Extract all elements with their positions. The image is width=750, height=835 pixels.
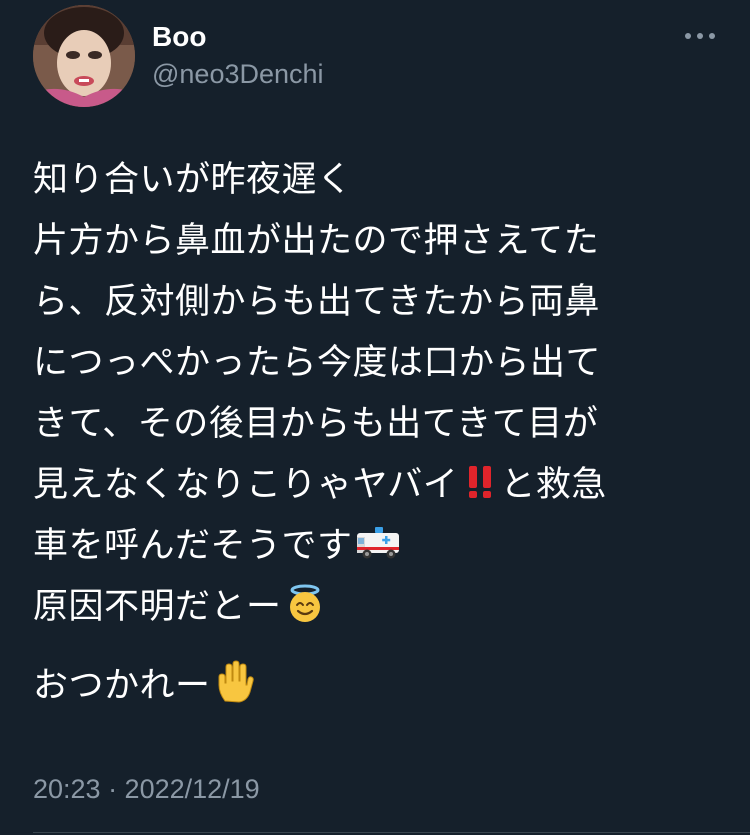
- ambulance-icon: [355, 523, 403, 563]
- tweet-line-part: 車を呼んだそうです: [33, 526, 353, 566]
- tweet-text: 知り合いが昨夜遅く 片方から鼻血が出たので押さえてた ら、反対側からも出てきたか…: [33, 150, 723, 717]
- tweet-line-part: と救急: [500, 465, 607, 505]
- tweet-timestamp[interactable]: 20:23 · 2022/12/19: [33, 772, 260, 806]
- tweet-line: きて、その後目からも出てきて目が: [33, 404, 599, 444]
- author-handle[interactable]: @neo3Denchi: [152, 58, 324, 90]
- tweet-line-part: 見えなくなりこりゃヤバイ: [33, 465, 459, 505]
- tweet-line-with-emoji: 見えなくなりこりゃヤバイ と救急: [33, 455, 723, 516]
- avatar-image: [33, 5, 135, 107]
- divider: [33, 832, 750, 833]
- author-display-name[interactable]: Boo: [152, 20, 206, 54]
- tweet-line-part: おつかれー: [33, 666, 211, 706]
- more-horizontal-icon[interactable]: [682, 22, 718, 50]
- tweet-line: ら、反対側からも出てきたから両鼻: [33, 282, 600, 322]
- tweet-line: 片方から鼻血が出たので押さえてた: [33, 221, 600, 261]
- tweet-line: 知り合いが昨夜遅く: [33, 160, 353, 200]
- avatar[interactable]: [33, 5, 135, 107]
- tweet-line-with-emoji: おつかれー: [33, 656, 723, 717]
- smiling-halo-face-icon: [284, 582, 326, 624]
- tweet-line-with-emoji: 原因不明だとー: [33, 577, 723, 638]
- tweet-line: につっぺかったら今度は口から出て: [33, 343, 602, 383]
- raised-hand-icon: [213, 659, 255, 703]
- double-exclamation-icon: [460, 462, 500, 502]
- tweet-line-with-emoji: 車を呼んだそうです: [33, 516, 723, 577]
- tweet-line-part: 原因不明だとー: [33, 587, 282, 627]
